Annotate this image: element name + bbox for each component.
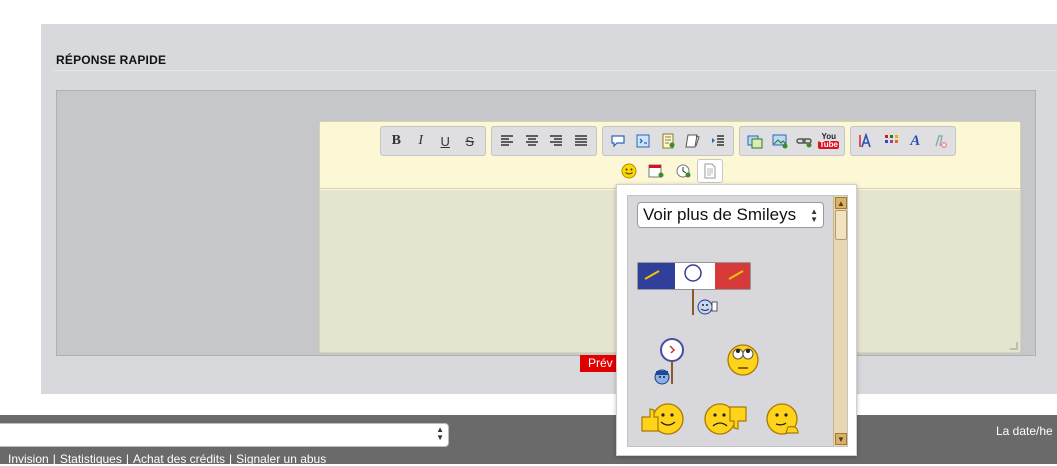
color-icon: [884, 135, 898, 143]
font-face-button[interactable]: A: [903, 128, 928, 154]
quote-icon: [611, 135, 625, 148]
clear-format-button[interactable]: [928, 128, 953, 154]
youtube-button[interactable]: You Tube: [817, 128, 842, 154]
clear-format-icon: [935, 135, 947, 148]
align-justify-icon: [574, 135, 587, 146]
calendar-icon: [648, 164, 664, 178]
hide-button[interactable]: [680, 128, 705, 154]
banner-smiley[interactable]: [637, 259, 751, 322]
footer-date: La date/he: [996, 424, 1053, 438]
scroll-thumb[interactable]: [835, 210, 847, 240]
font-face-icon: A: [910, 132, 921, 149]
code-button[interactable]: [631, 128, 656, 154]
link-icon: [796, 138, 812, 148]
thumbs-up-smiley[interactable]: [639, 401, 689, 442]
alignment-group: [491, 126, 597, 156]
italic-icon: I: [418, 133, 424, 148]
font-group: A: [850, 126, 956, 156]
align-justify-button[interactable]: [569, 128, 594, 154]
spoiler-icon: [662, 133, 675, 149]
color-button[interactable]: [879, 128, 904, 154]
align-right-button[interactable]: [544, 128, 569, 154]
select-arrows-icon: ▲ ▼: [810, 207, 818, 224]
document-button[interactable]: [697, 159, 723, 183]
sign-smiley[interactable]: [650, 337, 686, 390]
calendar-button[interactable]: [643, 159, 669, 183]
hide-icon: [685, 134, 700, 148]
youtube-bottom-label: Tube: [818, 140, 839, 149]
extra-toolbar-row: [616, 159, 723, 183]
indent-icon: [711, 135, 724, 146]
bold-icon: B: [391, 133, 401, 148]
clock-button[interactable]: [670, 159, 696, 183]
indent-button[interactable]: [705, 128, 730, 154]
bold-button[interactable]: B: [384, 128, 409, 154]
media-group: You Tube: [739, 126, 845, 156]
footer-select[interactable]: ▲ ▼: [0, 423, 449, 447]
image-button[interactable]: [743, 128, 768, 154]
select-arrows-icon: ▲ ▼: [436, 425, 444, 442]
eyes-roll-smiley[interactable]: [726, 343, 760, 382]
underline-icon: U: [440, 133, 450, 149]
code-icon: [636, 134, 650, 148]
quote-button[interactable]: [606, 128, 631, 154]
align-left-button[interactable]: [495, 128, 520, 154]
align-center-button[interactable]: [520, 128, 545, 154]
thinking-smiley[interactable]: [764, 401, 804, 442]
italic-button[interactable]: I: [409, 128, 434, 154]
block-group: [602, 126, 734, 156]
host-image-icon: [772, 134, 788, 149]
resize-handle[interactable]: [1010, 342, 1018, 350]
image-icon: [747, 135, 763, 149]
align-left-icon: [501, 135, 514, 146]
font-size-icon: [859, 133, 872, 148]
youtube-icon: You Tube: [818, 133, 839, 149]
smiley-popup: Voir plus de Smileys ▲ ▼ ▲ ▼: [616, 184, 857, 456]
smiley-icon: [621, 163, 637, 179]
smiley-select-value: Voir plus de Smileys: [643, 205, 797, 224]
smiley-category-select[interactable]: Voir plus de Smileys ▲ ▼: [637, 202, 824, 228]
strike-icon: S: [465, 133, 475, 149]
thumbs-down-smiley[interactable]: [700, 401, 750, 442]
spoiler-button[interactable]: [656, 128, 681, 154]
scroll-up-icon[interactable]: ▲: [835, 197, 847, 209]
align-right-icon: [550, 135, 563, 146]
align-center-icon: [525, 135, 538, 146]
smiley-scrollbar[interactable]: ▲ ▼: [833, 196, 847, 446]
document-icon: [704, 163, 716, 179]
smiley-button[interactable]: [616, 159, 642, 183]
smiley-list: Voir plus de Smileys ▲ ▼ ▲ ▼: [627, 195, 848, 447]
scroll-down-icon[interactable]: ▼: [835, 433, 847, 445]
host-image-button[interactable]: [768, 128, 793, 154]
strike-button[interactable]: S: [458, 128, 483, 154]
font-size-button[interactable]: [854, 128, 879, 154]
divider: [53, 70, 1057, 71]
panel-title: RÉPONSE RAPIDE: [56, 53, 167, 67]
clock-icon: [676, 164, 691, 178]
text-style-group: B I U S: [380, 126, 486, 156]
editor-toolbar: B I U S You Tube A: [320, 122, 1020, 189]
link-button[interactable]: [792, 128, 817, 154]
underline-button[interactable]: U: [433, 128, 458, 154]
